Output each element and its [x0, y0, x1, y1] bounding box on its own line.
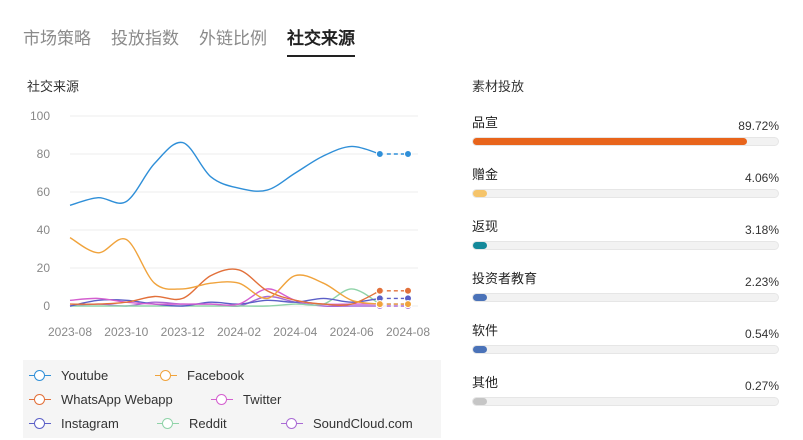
asset-percent: 0.27% [744, 379, 779, 393]
y-tick-label: 40 [37, 223, 51, 237]
asset-row: 品宣 89.72% [472, 112, 782, 164]
chart-legend: Youtube Facebook WhatsApp Webapp Twitter… [23, 360, 441, 438]
progress-fill [473, 346, 487, 353]
progress-track [472, 241, 779, 250]
data-point-facebook [375, 300, 384, 309]
tab-market-strategy[interactable]: 市场策略 [23, 24, 91, 57]
legend-circle-icon [281, 417, 303, 430]
asset-name: 返现 [472, 219, 499, 234]
tab-backlink-ratio[interactable]: 外链比例 [199, 24, 267, 57]
asset-name: 其他 [472, 375, 499, 390]
asset-row: 软件 0.54% [472, 320, 782, 372]
asset-percent: 0.54% [744, 327, 779, 341]
asset-name: 软件 [472, 323, 499, 338]
asset-percent: 89.72% [738, 119, 779, 133]
asset-percent: 3.18% [744, 223, 779, 237]
asset-row: 投资者教育 2.23% [472, 268, 782, 320]
legend-circle-icon [29, 417, 51, 430]
asset-distribution-list: 品宣 89.72% 赠金 4.06% 返现 3.18% 投资者教育 2.23% … [472, 112, 782, 424]
asset-name: 赠金 [472, 167, 499, 182]
legend-item-twitter[interactable]: Twitter [211, 392, 281, 407]
data-point-youtube [404, 150, 412, 158]
legend-label: Twitter [243, 392, 282, 407]
progress-track [472, 397, 779, 406]
social-sources-line-chart: 0 20 40 60 80 100 2023-08 2023-10 2023-12 2024-02… [30, 109, 430, 339]
x-tick-label: 2023-10 [104, 325, 148, 339]
legend-circle-icon [211, 393, 233, 406]
x-tick-label: 2024-02 [217, 325, 261, 339]
series-line-youtube [69, 141, 381, 206]
legend-circle-icon [29, 393, 51, 406]
legend-label: SoundCloud.com [313, 416, 413, 431]
tab-bar: 市场策略 投放指数 外链比例 社交来源 [23, 24, 355, 57]
progress-fill [473, 190, 487, 197]
x-tick-label: 2023-12 [161, 325, 205, 339]
progress-fill [473, 242, 487, 249]
progress-track [472, 293, 779, 302]
asset-name: 投资者教育 [472, 271, 538, 286]
legend-label: Instagram [61, 416, 119, 431]
x-tick-label: 2024-08 [386, 325, 430, 339]
tab-social-sources[interactable]: 社交来源 [287, 24, 355, 57]
legend-item-facebook[interactable]: Facebook [155, 368, 244, 383]
legend-item-soundcloud[interactable]: SoundCloud.com [281, 416, 413, 431]
legend-circle-icon [155, 369, 177, 382]
legend-item-youtube[interactable]: Youtube [29, 368, 108, 383]
y-tick-label: 0 [43, 299, 50, 313]
y-tick-label: 20 [37, 261, 51, 275]
progress-fill [473, 138, 747, 145]
legend-circle-icon [157, 417, 179, 430]
data-point-whatsapp-webapp [375, 286, 384, 295]
asset-row: 返现 3.18% [472, 216, 782, 268]
assets-title: 素材投放 [472, 79, 525, 94]
tab-ad-index[interactable]: 投放指数 [111, 24, 179, 57]
legend-circle-icon [29, 369, 51, 382]
legend-label: Facebook [187, 368, 245, 383]
asset-name: 品宣 [472, 115, 499, 130]
progress-fill [473, 398, 487, 405]
legend-label: Reddit [189, 416, 227, 431]
x-tick-label: 2023-08 [48, 325, 92, 339]
chart-title: 社交来源 [27, 79, 80, 94]
data-point-facebook [404, 300, 412, 309]
y-tick-label: 80 [37, 147, 51, 161]
data-point-whatsapp-webapp [404, 286, 412, 295]
progress-track [472, 345, 779, 354]
asset-percent: 4.06% [744, 171, 779, 185]
asset-row: 赠金 4.06% [472, 164, 782, 216]
progress-fill [473, 294, 487, 301]
legend-label: Youtube [61, 368, 109, 383]
legend-item-instagram[interactable]: Instagram [29, 416, 119, 431]
legend-label: WhatsApp Webapp [61, 392, 173, 407]
legend-item-reddit[interactable]: Reddit [157, 416, 227, 431]
x-tick-label: 2024-06 [330, 325, 374, 339]
y-tick-label: 100 [30, 109, 50, 123]
asset-row: 其他 0.27% [472, 372, 782, 424]
asset-percent: 2.23% [744, 275, 779, 289]
y-tick-label: 60 [37, 185, 51, 199]
data-point-youtube [375, 150, 384, 158]
legend-item-whatsapp-webapp[interactable]: WhatsApp Webapp [29, 392, 173, 407]
x-tick-label: 2024-04 [273, 325, 317, 339]
progress-track [472, 189, 779, 198]
progress-track [472, 137, 779, 146]
